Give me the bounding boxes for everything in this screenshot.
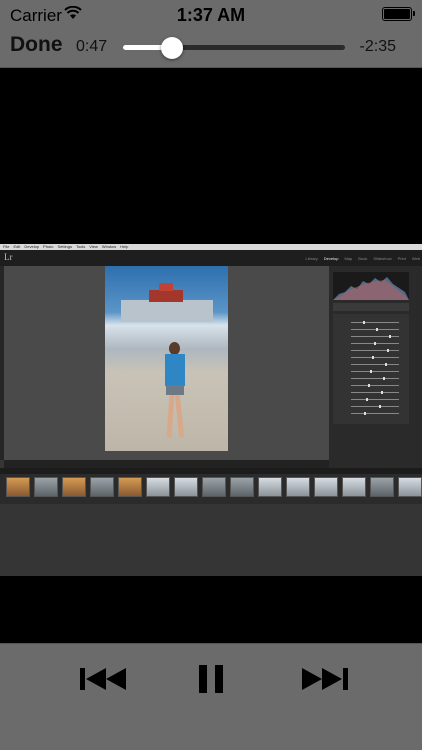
elapsed-time: 0:47 — [76, 38, 108, 55]
pause-icon[interactable] — [183, 664, 239, 694]
module-item: Slideshow — [373, 256, 392, 261]
filmstrip-thumbnail — [202, 477, 226, 497]
photo-person-leg — [174, 394, 185, 438]
adjustment-slider — [351, 322, 399, 323]
adjustment-slider-handle — [379, 405, 381, 408]
adjustment-slider — [351, 364, 399, 365]
skip-back-icon[interactable] — [76, 664, 132, 694]
done-button[interactable]: Done — [10, 33, 63, 57]
adjustment-slider-handle — [370, 370, 372, 373]
app-logo: Lr — [4, 252, 13, 262]
filmstrip-thumbnail — [286, 477, 310, 497]
filmstrip-thumbnail — [6, 477, 30, 497]
adjustment-slider-handle — [385, 363, 387, 366]
adjustment-slider — [351, 406, 399, 407]
adjustment-slider — [351, 350, 399, 351]
adjustment-slider-handle — [372, 356, 374, 359]
photo-person-body — [165, 354, 185, 386]
filmstrip-thumbnail — [370, 477, 394, 497]
module-item: Develop — [323, 256, 339, 261]
status-bar: Carrier 1:37 AM — [0, 0, 422, 30]
adjustment-slider — [351, 413, 399, 414]
photo-person-leg — [166, 394, 175, 438]
tool-strip — [333, 303, 409, 311]
adjustment-slider-handle — [383, 377, 385, 380]
adjustment-slider — [351, 329, 399, 330]
adjustment-slider — [351, 371, 399, 372]
video-area[interactable]: File Edit Develop Photo Settings Tools View Win… — [0, 68, 422, 643]
right-panel — [329, 266, 422, 468]
filmstrip-thumbnail — [146, 477, 170, 497]
basic-adjustments-panel — [333, 314, 409, 424]
module-picker: Library Develop Map Book Slideshow Print Web — [306, 256, 420, 261]
module-item: Library — [305, 256, 318, 261]
photo-canvas — [4, 266, 329, 460]
battery-icon — [382, 7, 415, 21]
player-top-bar: Done 0:47 -2:35 — [0, 30, 422, 68]
adjustment-slider-handle — [366, 398, 368, 401]
adjustment-slider-handle — [376, 328, 378, 331]
app-header: Lr Library Develop Map Book Slideshow Print We… — [0, 250, 422, 266]
adjustment-slider — [351, 392, 399, 393]
video-frame: File Edit Develop Photo Settings Tools View Win… — [0, 244, 422, 576]
adjustment-slider — [351, 336, 399, 337]
filmstrip-thumbnail — [34, 477, 58, 497]
module-item: Map — [344, 256, 353, 261]
histogram — [333, 272, 409, 300]
status-time: 1:37 AM — [176, 5, 246, 25]
remaining-time: -2:35 — [359, 38, 396, 55]
module-item: Print — [397, 256, 406, 261]
battery-fill — [384, 9, 410, 19]
module-item: Book — [358, 256, 368, 261]
filmstrip-thumbnail — [174, 477, 198, 497]
photo-person-shorts — [166, 385, 184, 395]
photo-building — [121, 300, 213, 322]
adjustment-slider — [351, 385, 399, 386]
filmstrip-thumbnail — [314, 477, 338, 497]
scrubber-thumb[interactable] — [160, 37, 183, 59]
skip-forward-icon[interactable] — [296, 664, 352, 694]
canvas-toolbar — [4, 460, 329, 468]
filmstrip-thumbnail — [230, 477, 254, 497]
filmstrip — [0, 474, 422, 504]
adjustment-slider-handle — [381, 391, 383, 394]
player-bottom-bar — [0, 643, 422, 750]
adjustment-slider-handle — [374, 342, 376, 345]
adjustment-slider — [351, 378, 399, 379]
filmstrip-thumbnail — [342, 477, 366, 497]
adjustment-slider-handle — [368, 384, 370, 387]
filmstrip-thumbnail — [62, 477, 86, 497]
filmstrip-thumbnail — [258, 477, 282, 497]
adjustment-slider-handle — [389, 335, 391, 338]
adjustment-slider — [351, 399, 399, 400]
module-item: Web — [411, 256, 420, 261]
progress-scrubber[interactable] — [123, 37, 345, 59]
adjustment-slider-handle — [387, 349, 389, 352]
filmstrip-thumbnail — [90, 477, 114, 497]
adjustment-slider-handle — [364, 412, 366, 415]
adjustment-slider — [351, 357, 399, 358]
filmstrip-thumbnail — [118, 477, 142, 497]
adjustment-slider-handle — [363, 321, 365, 324]
edited-photo — [105, 266, 228, 451]
photo-pagoda — [149, 290, 183, 302]
photo-pagoda-top — [159, 283, 173, 291]
filmstrip-thumbnail — [398, 477, 422, 497]
